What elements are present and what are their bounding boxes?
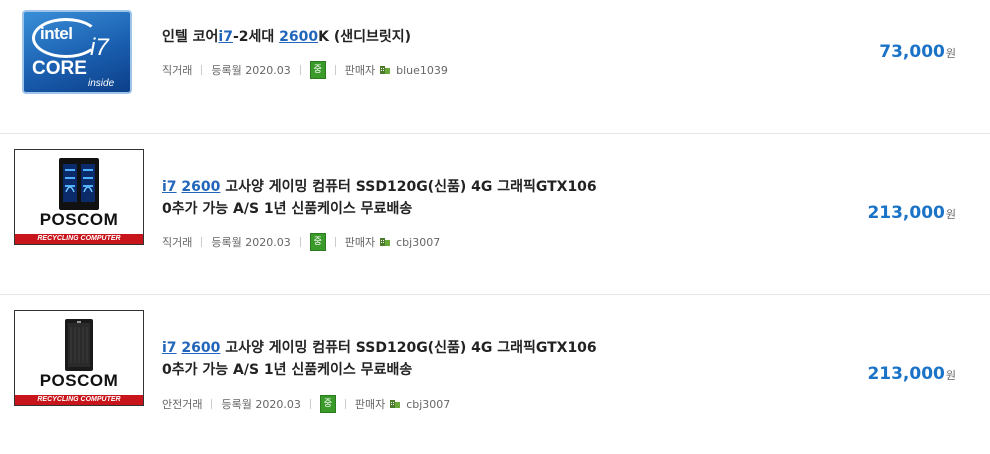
divider xyxy=(299,65,301,75)
grade-badge: 중 xyxy=(319,395,336,413)
price: 213,000원 xyxy=(867,203,956,223)
keyword-link[interactable]: i7 xyxy=(218,29,233,45)
seller-icon xyxy=(379,63,391,78)
brand-name: POSCOM xyxy=(39,210,119,229)
seller-icon xyxy=(389,397,401,412)
i7-logo-text: i7 xyxy=(90,34,109,61)
divider xyxy=(201,237,203,247)
grade-badge: 중 xyxy=(309,61,326,79)
seller-icon xyxy=(379,235,391,250)
keyword-link[interactable]: i7 xyxy=(162,179,177,195)
divider xyxy=(334,65,336,75)
seller-label: 판매자 xyxy=(354,398,386,411)
trade-type: 직거래 xyxy=(162,236,193,249)
brand-name: POSCOM xyxy=(39,371,119,390)
divider xyxy=(309,399,311,409)
divider xyxy=(201,65,203,75)
product-thumbnail[interactable]: intel i7 CORE inside xyxy=(22,10,132,94)
registered-date: 등록월 2020.03 xyxy=(211,236,291,249)
brand-subtitle: RECYCLING COMPUTER xyxy=(15,395,143,405)
seller-label: 판매자 xyxy=(344,236,376,249)
inside-logo-text: inside xyxy=(88,78,115,89)
product-title[interactable]: 인텔 코어i7-2세대 2600K (샌디브릿지) xyxy=(162,26,602,48)
product-thumbnail[interactable]: POSCOM RECYCLING COMPUTER xyxy=(14,149,144,245)
product-list: intel i7 CORE inside 인텔 코어i7-2세대 2600K (… xyxy=(0,0,990,454)
seller-id[interactable]: cbj3007 xyxy=(396,236,440,249)
brand-subtitle: RECYCLING COMPUTER xyxy=(15,234,143,244)
pc-case-icon xyxy=(65,319,93,371)
list-item[interactable]: POSCOM RECYCLING COMPUTER i7 2600 고사양 게이… xyxy=(0,134,990,295)
price: 73,000원 xyxy=(879,42,956,62)
divider xyxy=(211,399,213,409)
intel-logo-text: intel xyxy=(40,24,73,43)
keyword-link[interactable]: 2600 xyxy=(181,179,220,195)
seller-label: 판매자 xyxy=(344,64,376,77)
list-item[interactable]: POSCOM RECYCLING COMPUTER i7 2600 고사양 게이… xyxy=(0,295,990,454)
core-logo-text: CORE xyxy=(32,58,87,79)
grade-badge: 중 xyxy=(309,233,326,251)
product-meta: 직거래 등록월 2020.03 중 판매자 blue1039 xyxy=(162,61,448,79)
pc-case-icon xyxy=(59,158,99,210)
product-title[interactable]: i7 2600 고사양 게이밍 컴퓨터 SSD120G(신품) 4G 그래픽GT… xyxy=(162,176,602,220)
product-thumbnail[interactable]: POSCOM RECYCLING COMPUTER xyxy=(14,310,144,406)
registered-date: 등록월 2020.03 xyxy=(221,398,301,411)
divider xyxy=(344,399,346,409)
divider xyxy=(299,237,301,247)
product-meta: 직거래 등록월 2020.03 중 판매자 cbj3007 xyxy=(162,233,440,251)
keyword-link[interactable]: i7 xyxy=(162,340,177,356)
seller-id[interactable]: cbj3007 xyxy=(406,398,450,411)
trade-type: 안전거래 xyxy=(162,398,203,411)
divider xyxy=(334,237,336,247)
product-title[interactable]: i7 2600 고사양 게이밍 컴퓨터 SSD120G(신품) 4G 그래픽GT… xyxy=(162,337,602,381)
seller-id[interactable]: blue1039 xyxy=(396,64,448,77)
keyword-link[interactable]: 2600 xyxy=(181,340,220,356)
trade-type: 직거래 xyxy=(162,64,193,77)
product-meta: 안전거래 등록월 2020.03 중 판매자 cbj3007 xyxy=(162,395,450,413)
price: 213,000원 xyxy=(867,364,956,384)
list-item[interactable]: intel i7 CORE inside 인텔 코어i7-2세대 2600K (… xyxy=(0,0,990,134)
keyword-link[interactable]: 2600 xyxy=(279,29,318,45)
registered-date: 등록월 2020.03 xyxy=(211,64,291,77)
